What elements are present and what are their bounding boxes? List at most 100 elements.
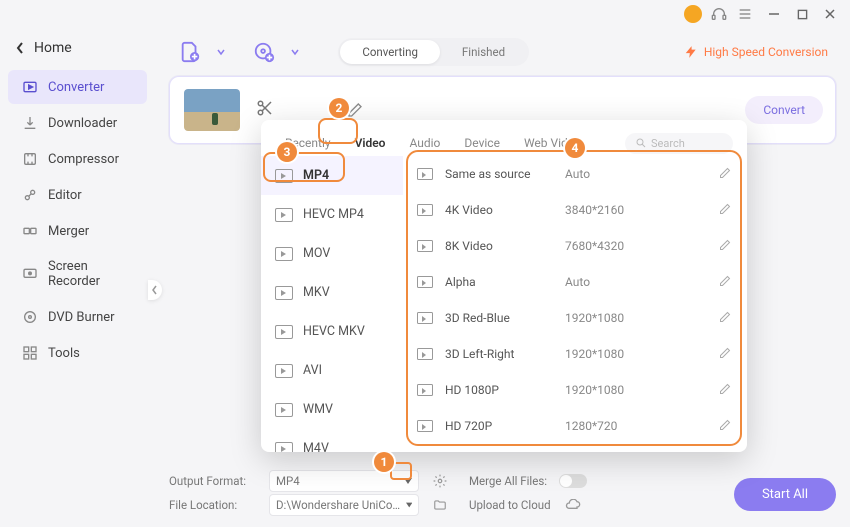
back-button[interactable]: Home [0, 36, 155, 70]
close-button[interactable] [822, 6, 838, 22]
headset-icon[interactable] [710, 5, 728, 23]
sidebar-item-tools[interactable]: Tools [8, 336, 147, 370]
converter-icon [22, 79, 38, 95]
resolution-item[interactable]: 8K Video7680*4320 [403, 228, 747, 264]
edit-icon[interactable] [719, 311, 733, 325]
tab-converting[interactable]: Converting [340, 40, 440, 64]
format-list: MP4 HEVC MP4 MOV MKV HEVC MKV AVI WMV M4… [261, 156, 403, 452]
merge-label: Merge All Files: [469, 474, 547, 488]
tab-device[interactable]: Device [454, 130, 510, 156]
back-label: Home [34, 40, 72, 56]
maximize-button[interactable] [794, 6, 810, 22]
edit-icon[interactable] [719, 203, 733, 217]
tab-finished[interactable]: Finished [440, 40, 527, 64]
search-input[interactable]: Search [625, 133, 733, 154]
avatar[interactable] [684, 5, 702, 23]
folder-icon[interactable] [433, 498, 447, 512]
video-icon [275, 169, 293, 183]
recorder-icon [22, 266, 38, 282]
resolution-item[interactable]: AlphaAuto [403, 264, 747, 300]
video-icon [275, 286, 293, 300]
edit-icon[interactable] [719, 347, 733, 361]
cloud-icon[interactable] [565, 499, 581, 511]
upload-cloud-label: Upload to Cloud [469, 498, 551, 512]
sidebar-item-downloader[interactable]: Downloader [8, 106, 147, 140]
video-icon [417, 312, 433, 324]
merge-toggle[interactable] [559, 474, 587, 488]
annotation-badge-3: 3 [277, 142, 297, 162]
downloader-icon [22, 115, 38, 131]
resolution-item[interactable]: 4K Video3840*2160 [403, 192, 747, 228]
dvd-icon [22, 309, 38, 325]
edit-icon[interactable] [347, 102, 363, 118]
status-tabs: Converting Finished [338, 38, 529, 66]
chevron-down-icon[interactable] [217, 48, 225, 56]
add-dvd-button[interactable] [251, 39, 277, 65]
compressor-icon [22, 151, 38, 167]
resolution-item[interactable]: Same as sourceAuto [403, 156, 747, 192]
resolution-item[interactable]: HD 1080P1920*1080 [403, 372, 747, 408]
format-hevc-mp4[interactable]: HEVC MP4 [261, 195, 403, 234]
search-icon [635, 137, 647, 149]
sidebar: Home Converter Downloader Compressor Edi… [0, 28, 155, 527]
edit-icon[interactable] [719, 419, 733, 433]
video-icon [417, 240, 433, 252]
file-location-label: File Location: [169, 498, 261, 512]
minimize-button[interactable] [766, 6, 782, 22]
tab-audio[interactable]: Audio [399, 130, 450, 156]
video-icon [417, 420, 433, 432]
format-mov[interactable]: MOV [261, 234, 403, 273]
format-mkv[interactable]: MKV [261, 273, 403, 312]
format-m4v[interactable]: M4V [261, 429, 403, 452]
add-file-button[interactable] [177, 39, 203, 65]
menu-icon[interactable] [736, 5, 754, 23]
sidebar-item-converter[interactable]: Converter [8, 70, 147, 104]
format-popup: Recently Video Audio Device Web Video Se… [261, 120, 747, 452]
editor-icon [22, 187, 38, 203]
merger-icon [22, 223, 38, 239]
tab-video[interactable]: Video [345, 130, 396, 156]
video-thumbnail[interactable] [184, 89, 240, 131]
format-mp4[interactable]: MP4 [261, 156, 403, 195]
edit-icon[interactable] [719, 383, 733, 397]
sidebar-item-compressor[interactable]: Compressor [8, 142, 147, 176]
video-icon [417, 348, 433, 360]
video-icon [417, 384, 433, 396]
annotation-badge-4: 4 [565, 138, 585, 158]
edit-icon[interactable] [719, 239, 733, 253]
edit-icon[interactable] [719, 275, 733, 289]
video-icon [275, 208, 293, 222]
sidebar-item-screen-recorder[interactable]: Screen Recorder [8, 250, 147, 298]
format-avi[interactable]: AVI [261, 351, 403, 390]
convert-button[interactable]: Convert [745, 96, 823, 124]
resolution-item[interactable]: 3D Red-Blue1920*1080 [403, 300, 747, 336]
video-icon [417, 276, 433, 288]
format-hevc-mkv[interactable]: HEVC MKV [261, 312, 403, 351]
file-location-dropdown[interactable]: D:\Wondershare UniConverter 1 [269, 494, 419, 516]
video-icon [417, 204, 433, 216]
annotation-badge-2: 2 [329, 98, 349, 118]
video-icon [275, 403, 293, 417]
gear-icon[interactable] [433, 474, 447, 488]
chevron-down-icon[interactable] [291, 48, 299, 56]
video-icon [275, 325, 293, 339]
sidebar-item-merger[interactable]: Merger [8, 214, 147, 248]
edit-icon[interactable] [719, 167, 733, 181]
output-format-label: Output Format: [169, 474, 261, 488]
start-all-button[interactable]: Start All [734, 478, 836, 511]
high-speed-conversion-link[interactable]: High Speed Conversion [684, 45, 828, 59]
sidebar-item-editor[interactable]: Editor [8, 178, 147, 212]
tools-icon [22, 345, 38, 361]
output-format-dropdown[interactable]: MP4 [269, 470, 419, 492]
sidebar-item-dvd-burner[interactable]: DVD Burner [8, 300, 147, 334]
annotation-badge-1: 1 [374, 452, 394, 472]
video-icon [275, 247, 293, 261]
video-icon [275, 364, 293, 378]
resolution-item[interactable]: 3D Left-Right1920*1080 [403, 336, 747, 372]
resolution-list: Same as sourceAuto 4K Video3840*2160 8K … [403, 156, 747, 452]
trim-icon[interactable] [256, 99, 278, 121]
video-icon [275, 442, 293, 453]
format-wmv[interactable]: WMV [261, 390, 403, 429]
resolution-item[interactable]: HD 720P1280*720 [403, 408, 747, 444]
video-icon [417, 168, 433, 180]
